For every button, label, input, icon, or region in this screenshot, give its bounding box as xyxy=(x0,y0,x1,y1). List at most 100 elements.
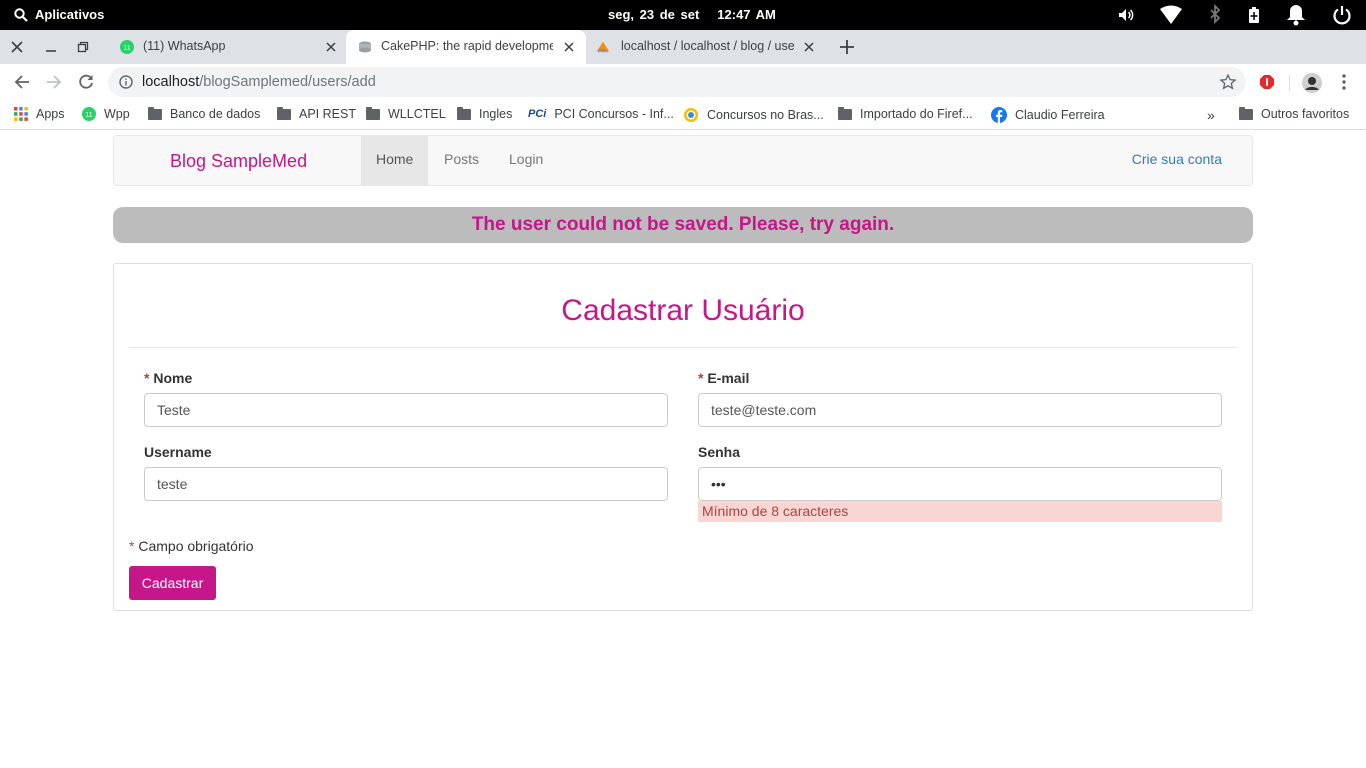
name-input[interactable] xyxy=(144,393,668,427)
window-minimize-icon[interactable] xyxy=(42,38,60,56)
url-text[interactable]: localhost/blogSamplemed/users/add xyxy=(142,74,376,90)
svg-text:PMA: PMA xyxy=(598,48,609,53)
whatsapp-icon: 11 xyxy=(82,107,96,121)
bookmark-pci-concursos[interactable]: PCi PCI Concursos - Inf... xyxy=(528,107,674,121)
back-icon[interactable] xyxy=(13,73,31,91)
apps-label: Aplicativos xyxy=(35,7,105,22)
bookmark-label: PCI Concursos - Inf... xyxy=(554,107,674,121)
reload-icon[interactable] xyxy=(77,73,95,91)
bookmark-claudio-ferreira[interactable]: Claudio Ferreira xyxy=(991,107,1105,123)
nav-posts[interactable]: Posts xyxy=(429,136,494,185)
folder-icon xyxy=(148,106,162,120)
cakephp-icon xyxy=(359,41,371,53)
phpmyadmin-icon: PMA xyxy=(596,41,610,53)
svg-text:11: 11 xyxy=(123,45,130,52)
folder-icon xyxy=(277,106,291,120)
bookmark-label: Outros favoritos xyxy=(1261,107,1350,121)
bookmark-wpp[interactable]: 11 Wpp xyxy=(82,107,130,121)
bookmark-wllctel[interactable]: WLLCTEL xyxy=(366,106,446,121)
username-input[interactable] xyxy=(144,467,668,501)
profile-avatar-icon[interactable] xyxy=(1302,73,1322,93)
password-label: Senha xyxy=(698,444,741,460)
volume-icon[interactable] xyxy=(1118,7,1134,23)
username-label: Username xyxy=(144,444,212,460)
password-input[interactable] xyxy=(698,467,1222,501)
bookmark-label: WLLCTEL xyxy=(388,107,446,121)
forward-icon[interactable] xyxy=(45,73,63,91)
required-mark: * xyxy=(144,370,150,386)
required-mark: * xyxy=(129,538,135,554)
tab-strip: 11 (11) WhatsApp CakePHP: the rapid deve… xyxy=(0,30,1366,64)
nav-home[interactable]: Home xyxy=(361,136,429,185)
flash-error-message: The user could not be saved. Please, try… xyxy=(113,207,1253,243)
tab-close-icon[interactable] xyxy=(802,40,816,54)
register-form-panel: Cadastrar Usuário * Nome * E-mail Userna… xyxy=(113,263,1253,611)
tab-title: localhost / localhost / blog / use xyxy=(621,39,795,53)
menu-dots-icon[interactable] xyxy=(1337,73,1351,91)
name-label: * Nome xyxy=(144,370,193,386)
bookmark-ingles[interactable]: Ingles xyxy=(457,106,512,121)
svg-text:11: 11 xyxy=(85,112,92,119)
address-bar[interactable]: localhost/blogSamplemed/users/add xyxy=(108,67,1246,97)
url-host: localhost xyxy=(142,74,200,90)
time-label: 12:47 AM xyxy=(717,7,776,22)
bookmark-banco-de-dados[interactable]: Banco de dados xyxy=(148,106,261,121)
concursos-icon xyxy=(684,108,698,122)
new-tab-icon[interactable] xyxy=(838,38,856,56)
page-content: Blog SampleMed Home Posts Login Crie sua… xyxy=(0,131,1366,768)
tab-whatsapp[interactable]: 11 (11) WhatsApp xyxy=(108,30,346,64)
password-error-message: Mínimo de 8 caracteres xyxy=(698,501,1222,522)
form-title: Cadastrar Usuário xyxy=(561,294,805,327)
window-restore-icon[interactable] xyxy=(74,38,92,56)
tab-title: (11) WhatsApp xyxy=(143,39,226,53)
bookmarks-overflow-button[interactable]: » xyxy=(1207,107,1215,123)
bookmark-label: Claudio Ferreira xyxy=(1015,108,1105,122)
system-top-bar: Aplicativos seg, 23 de set 12:47 AM xyxy=(0,0,1366,30)
bookmark-outros-favoritos[interactable]: Outros favoritos xyxy=(1239,106,1350,121)
apps-grid-icon xyxy=(14,107,28,121)
folder-icon xyxy=(457,106,471,120)
required-note: * Campo obrigatório xyxy=(129,538,254,554)
site-navbar: Blog SampleMed Home Posts Login Crie sua… xyxy=(113,135,1253,186)
power-icon[interactable] xyxy=(1332,5,1352,25)
bookmark-api-rest[interactable]: API REST xyxy=(277,106,356,121)
window-close-icon[interactable] xyxy=(8,38,26,56)
notification-bell-icon[interactable] xyxy=(1286,4,1306,26)
tab-cakephp[interactable]: CakePHP: the rapid developme xyxy=(346,30,586,64)
bookmark-label: Wpp xyxy=(104,107,130,121)
divider xyxy=(129,347,1237,348)
bookmark-label: Apps xyxy=(36,107,65,121)
extension-icon[interactable] xyxy=(1259,74,1275,90)
wifi-icon[interactable] xyxy=(1160,5,1182,25)
facebook-icon xyxy=(991,107,1007,123)
bookmark-importado-do-firefox[interactable]: Importado do Firef... xyxy=(838,106,973,121)
bookmark-concursos-no-brasil[interactable]: Concursos no Bras... xyxy=(683,107,824,123)
battery-icon[interactable] xyxy=(1248,6,1260,24)
tab-close-icon[interactable] xyxy=(324,40,338,54)
folder-icon xyxy=(1239,106,1253,120)
required-mark: * xyxy=(698,370,704,386)
info-icon[interactable] xyxy=(119,75,133,89)
tab-phpmyadmin[interactable]: PMA localhost / localhost / blog / use xyxy=(586,30,824,64)
bookmarks-bar: Apps 11 Wpp Banco de dados API REST WLLC… xyxy=(0,100,1366,130)
folder-icon xyxy=(366,106,380,120)
bookmark-apps[interactable]: Apps xyxy=(14,107,65,121)
pci-icon: PCi xyxy=(528,108,547,120)
tab-title: CakePHP: the rapid developme xyxy=(381,39,553,53)
bluetooth-icon[interactable] xyxy=(1208,4,1222,26)
url-path: /blogSamplemed/users/add xyxy=(199,74,376,90)
signup-link[interactable]: Crie sua conta xyxy=(1132,151,1222,167)
activities-button[interactable]: Aplicativos xyxy=(14,7,104,22)
date-label: seg, 23 de set xyxy=(608,7,700,22)
clock[interactable]: seg, 23 de set 12:47 AM xyxy=(608,7,776,22)
email-label: * E-mail xyxy=(698,370,750,386)
toolbar: localhost/blogSamplemed/users/add xyxy=(0,64,1366,100)
email-input[interactable] xyxy=(698,393,1222,427)
bookmark-label: Banco de dados xyxy=(170,107,261,121)
bookmark-label: Concursos no Bras... xyxy=(707,108,824,122)
submit-button[interactable]: Cadastrar xyxy=(129,566,216,600)
bookmark-star-icon[interactable] xyxy=(1220,74,1236,90)
brand-link[interactable]: Blog SampleMed xyxy=(170,151,307,172)
tab-close-icon[interactable] xyxy=(562,40,576,54)
nav-login[interactable]: Login xyxy=(494,136,558,185)
